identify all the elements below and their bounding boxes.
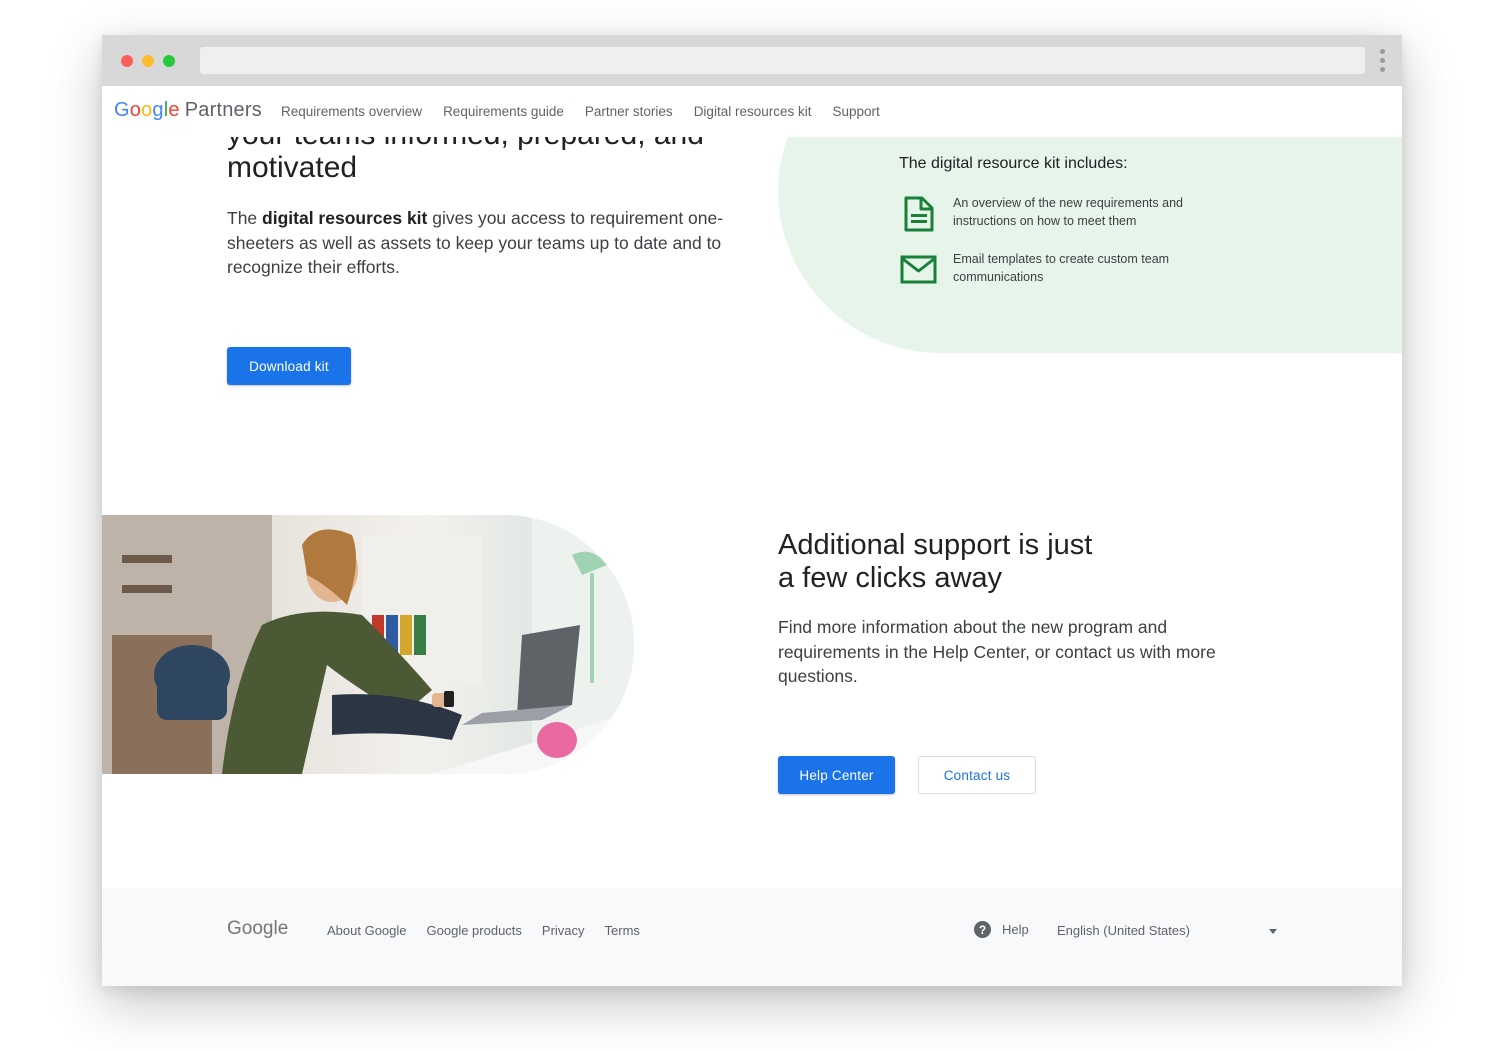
browser-chrome (102, 35, 1402, 86)
support-heading: Additional support is just a few clicks a… (778, 529, 1178, 595)
kit-item-text: Email templates to create custom team co… (953, 252, 1170, 284)
footer-link-terms[interactable]: Terms (605, 923, 640, 938)
footer-link-google-products[interactable]: Google products (427, 923, 522, 938)
kit-item: An overview of the new requirements and … (899, 194, 1203, 234)
close-window-button[interactable] (121, 55, 133, 67)
nav-link-requirements-overview[interactable]: Requirements overview (281, 104, 422, 119)
footer: Google About Google Google products Priv… (102, 888, 1402, 986)
browser-menu-icon[interactable] (1380, 49, 1386, 73)
support-body: Find more information about the new prog… (778, 617, 1216, 686)
google-partners-logo[interactable]: Google Partners (114, 99, 262, 122)
footer-link-privacy[interactable]: Privacy (542, 923, 585, 938)
hero-body-bold: digital resources kit (262, 208, 428, 228)
help-center-button[interactable]: Help Center (778, 756, 895, 794)
kit-title: The digital resource kit includes: (899, 155, 1128, 172)
photo-illustration (102, 515, 634, 774)
page-viewport: Google Partners Requirements overview Re… (102, 86, 1402, 986)
footer-link-about-google[interactable]: About Google (327, 923, 407, 938)
support-heading-line2: a few clicks away (778, 562, 1003, 594)
help-icon: ? (974, 921, 991, 938)
browser-window: Google Partners Requirements overview Re… (102, 35, 1402, 986)
document-icon (904, 196, 934, 232)
help-label: Help (1002, 922, 1029, 937)
hero-body: The digital resources kit gives you acce… (227, 206, 727, 280)
woman-at-laptop-photo (102, 515, 634, 774)
contact-us-button[interactable]: Contact us (918, 756, 1036, 794)
footer-google-logo[interactable]: Google (227, 918, 288, 940)
support-heading-line1: Additional support is just (778, 529, 1093, 561)
language-select[interactable]: English (United States) (1057, 923, 1190, 938)
nav-link-support[interactable]: Support (832, 104, 879, 119)
kit-item: Email templates to create custom team co… (899, 250, 1203, 290)
footer-links: About Google Google products Privacy Ter… (327, 923, 660, 938)
download-kit-button[interactable]: Download kit (227, 347, 351, 385)
nav-link-partner-stories[interactable]: Partner stories (585, 104, 673, 119)
mail-icon (900, 255, 937, 284)
help-link[interactable]: ? Help (974, 921, 1029, 938)
address-bar[interactable] (200, 47, 1365, 74)
nav-links: Requirements overview Requirements guide… (281, 104, 901, 119)
top-nav: Google Partners Requirements overview Re… (102, 86, 1402, 137)
hero-body-prefix: The (227, 208, 263, 228)
minimize-window-button[interactable] (142, 55, 154, 67)
nav-link-digital-resources-kit[interactable]: Digital resources kit (694, 104, 812, 119)
chevron-down-icon[interactable] (1269, 929, 1277, 934)
google-wordmark: Google (114, 99, 180, 121)
kit-item-text: An overview of the new requirements and … (953, 196, 1183, 228)
maximize-window-button[interactable] (163, 55, 175, 67)
partners-wordmark: Partners (184, 99, 262, 121)
nav-link-requirements-guide[interactable]: Requirements guide (443, 104, 564, 119)
